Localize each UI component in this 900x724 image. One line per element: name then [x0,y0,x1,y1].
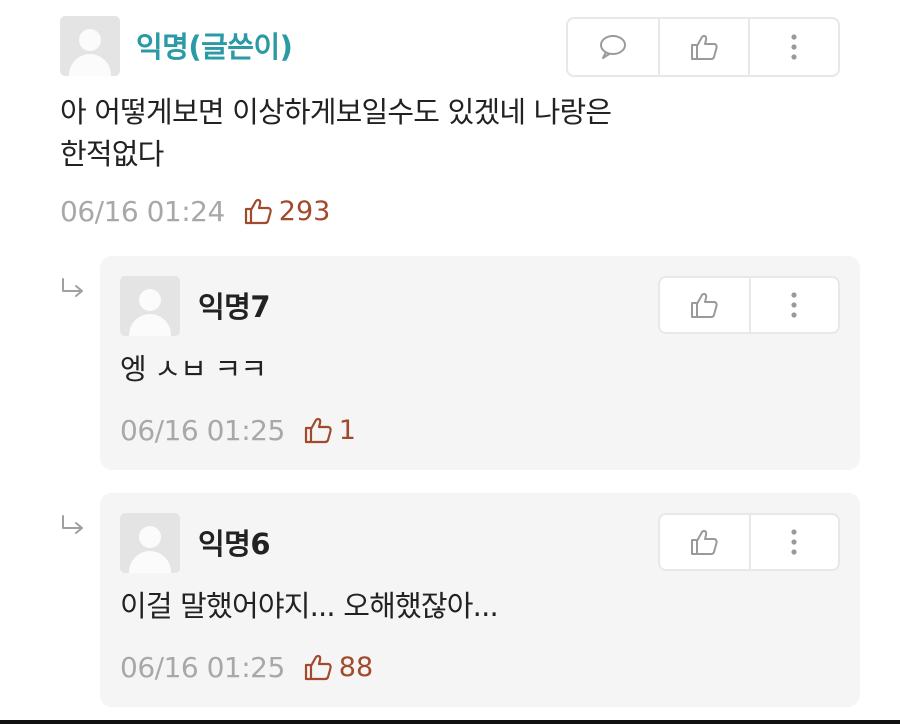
vertical-dots-icon [790,528,798,556]
reply-actions [658,276,840,334]
avatar[interactable] [120,513,180,573]
reply-card: 익명7 엥 ㅅㅂ ㅋㅋ 06/16 01:25 1 [100,256,860,470]
like-button[interactable] [660,515,749,569]
thumbs-up-icon [303,416,333,444]
thumbs-up-icon [689,291,719,319]
author-name: 익명6 [198,527,271,561]
reply-arrow-icon [60,514,86,540]
more-button[interactable] [748,278,838,332]
reply-arrow-icon [60,277,86,303]
comment-text-line-2: 한적없다 [60,137,164,171]
more-button[interactable] [748,515,838,569]
reply-actions [658,513,840,571]
bottom-divider [0,720,900,724]
avatar[interactable] [120,276,180,336]
timestamp: 06/16 01:25 [120,413,285,447]
thumbs-up-icon [243,197,273,225]
comment-text-line-1: 아 어떻게보면 이상하게보일수도 있겠네 나랑은 [60,95,612,129]
author-name: 익명(글쓴이) [136,30,293,64]
reply-meta: 06/16 01:25 88 [120,647,373,687]
like-count: 293 [278,195,331,227]
vertical-dots-icon [790,291,798,319]
thumbs-up-icon [689,33,719,61]
like-count: 88 [338,651,374,683]
timestamp: 06/16 01:24 [60,194,225,228]
reply-button[interactable] [568,19,658,75]
reply-text: 엥 ㅅㅂ ㅋㅋ [120,352,267,386]
comment-meta: 06/16 01:24 293 [60,191,330,231]
vertical-dots-icon [790,33,798,61]
comment-actions [566,17,840,77]
reply-meta: 06/16 01:25 1 [120,410,356,450]
like-button[interactable] [658,19,748,75]
more-button[interactable] [748,19,838,75]
reply-text: 이걸 말했어야지... 오해했잖아... [120,589,499,623]
thumbs-up-icon [689,528,719,556]
speech-bubble-icon [598,33,628,61]
timestamp: 06/16 01:25 [120,650,285,684]
like-button[interactable] [660,278,749,332]
like-count: 1 [338,414,356,446]
avatar[interactable] [60,16,120,76]
reply-card: 익명6 이걸 말했어야지... 오해했잖아... 06/16 01:25 88 [100,493,860,707]
thumbs-up-icon [303,653,333,681]
author-name: 익명7 [198,290,271,324]
